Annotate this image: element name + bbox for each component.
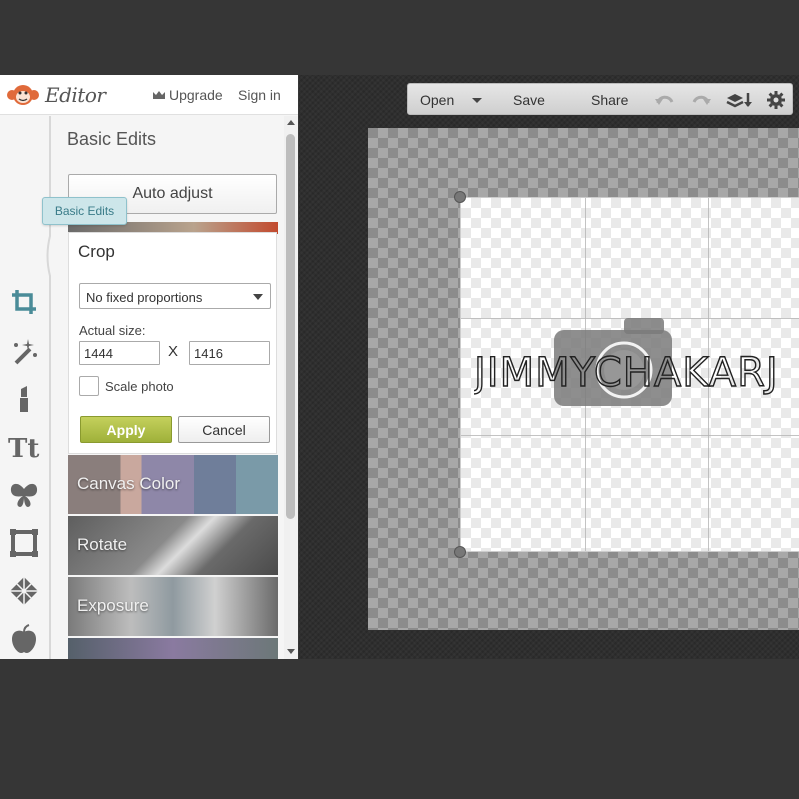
apply-button[interactable]: Apply [80,416,172,443]
chevron-down-icon [253,294,263,300]
upgrade-label: Upgrade [169,87,223,103]
open-button[interactable]: Open [420,92,454,108]
crop-handle-top-left[interactable] [454,191,466,203]
cancel-button[interactable]: Cancel [178,416,270,443]
crown-icon [153,91,165,99]
tool-text[interactable]: Tt [6,429,42,465]
height-input[interactable] [189,341,270,365]
undo-icon[interactable] [654,90,676,110]
rotate-tile[interactable]: Rotate [68,516,278,575]
image-canvas[interactable]: JIMMYCHAKARJ [368,128,799,630]
header: Editor Upgrade Sign in [0,75,298,115]
gear-icon[interactable] [765,90,787,110]
exposure-label: Exposure [77,596,149,615]
scale-photo-checkbox[interactable] [79,376,99,396]
proportion-select[interactable]: No fixed proportions [79,283,271,309]
open-dropdown-icon[interactable] [472,98,482,103]
left-panel: Editor Upgrade Sign in Tt Basic Edits Au… [0,75,298,659]
width-input[interactable] [79,341,160,365]
monkey-logo-icon[interactable] [6,83,40,107]
signin-link[interactable]: Sign in [238,87,281,103]
share-button[interactable]: Share [591,92,628,108]
canvas-color-label: Canvas Color [77,474,180,493]
text-icon: Tt [8,434,39,463]
redo-icon[interactable] [690,90,712,110]
apple-icon [12,624,36,653]
crop-grid-line [461,435,799,436]
canvas-color-tile[interactable]: Canvas Color [68,455,278,514]
artwork-text: JIMMYCHAKARJ [474,350,779,396]
actual-size-label: Actual size: [79,323,146,338]
tool-textures[interactable] [6,573,42,609]
top-toolbar: Open Save Share [407,83,793,115]
size-separator: X [168,343,179,360]
upgrade-link[interactable]: Upgrade [152,87,223,103]
tool-frames[interactable] [6,525,42,561]
workspace: Open Save Share JIMMYCHAKARJ [299,75,799,659]
scale-photo-label: Scale photo [105,379,174,394]
scroll-thumb[interactable] [286,134,295,519]
tool-magic-wand[interactable] [6,333,42,369]
lipstick-icon [20,386,28,412]
svg-text:Tt: Tt [8,434,39,463]
save-button[interactable]: Save [513,92,545,108]
crop-panel: Crop No fixed proportions Actual size: X… [68,232,277,454]
magic-wand-icon [14,339,37,365]
proportion-value: No fixed proportions [86,290,203,305]
exposure-tile[interactable]: Exposure [68,577,278,636]
next-tile[interactable] [68,638,278,659]
frame-icon [10,529,38,557]
tool-crop[interactable] [6,284,42,320]
rotate-label: Rotate [77,535,128,554]
butterfly-icon [10,483,38,507]
crop-handle-bottom-left[interactable] [454,546,466,558]
tool-overlays[interactable] [6,477,42,513]
photo-editor-app: Editor Upgrade Sign in Tt Basic Edits Au… [0,75,799,659]
logo-artwork: JIMMYCHAKARJ [474,318,779,406]
tooltip: Basic Edits [42,197,127,225]
crop-icon [12,290,36,314]
app-title: Editor [45,83,106,107]
scroll-down-icon[interactable] [287,649,295,654]
scroll-up-icon[interactable] [287,120,295,125]
panel-title: Basic Edits [67,129,157,149]
tool-themes[interactable] [6,621,42,657]
tool-rail: Tt [0,116,47,659]
tool-touch-up[interactable] [6,381,42,417]
layers-icon[interactable] [726,90,752,110]
panel-scrollbar[interactable] [284,116,298,659]
texture-icon [10,577,38,605]
crop-title: Crop [78,242,115,261]
